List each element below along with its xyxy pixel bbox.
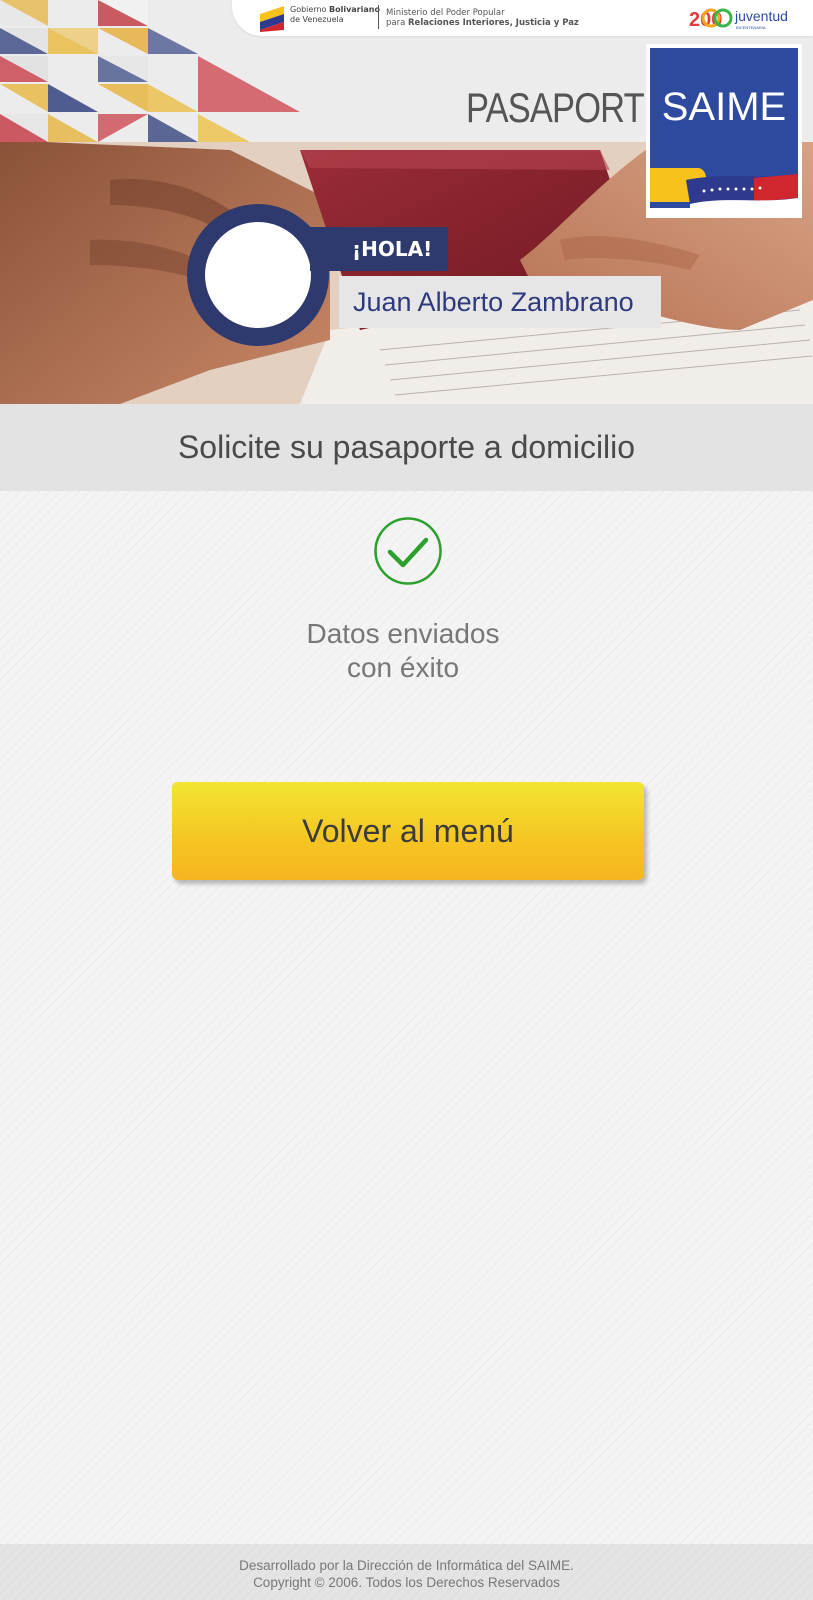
footer-credits: Desarrollado por la Dirección de Informá… [239,1558,574,1573]
section-title: PASAPORTE [466,84,667,131]
user-name: Juan Alberto Zambrano [339,276,661,328]
juventud-sub: BICENTENARIA [736,25,766,30]
government-bar: Gobierno Bolivariano de Venezuela Minist… [232,0,813,36]
check-circle-icon [374,517,442,585]
user-avatar [187,204,329,346]
page-title-strip: Solicite su pasaporte a domicilio [0,404,813,491]
page-title: Solicite su pasaporte a domicilio [177,429,636,465]
success-message-line1: Datos enviados [306,618,500,649]
back-to-menu-button[interactable]: Volver al menú [172,782,644,880]
footer: Desarrollado por la Dirección de Informá… [0,1544,813,1600]
ministry-name: Ministerio del Poder Popular para Relaci… [386,8,579,28]
juventud-bicentenaria-logo: 200 juventud BICENTENARIA [689,8,788,31]
success-message-line2: con éxito [346,652,460,683]
venezuela-flag-icon [260,6,284,32]
government-name: Gobierno Bolivariano de Venezuela [290,5,380,24]
success-message: Datos enviados con éxito [0,617,806,685]
juventud-text: juventud [734,8,788,24]
saime-logo: SAIME [646,44,802,218]
hero-banner: Gobierno Bolivariano de Venezuela Minist… [0,0,813,404]
main-content: Datos enviados con éxito Volver al menú [0,491,813,1544]
header-separator [378,5,379,29]
avatar-placeholder [205,222,311,328]
greeting-label: ¡HOLA! [310,227,448,271]
footer-copyright: Copyright © 2006. Todos los Derechos Res… [253,1575,560,1590]
saime-logo-text: SAIME [662,85,786,129]
